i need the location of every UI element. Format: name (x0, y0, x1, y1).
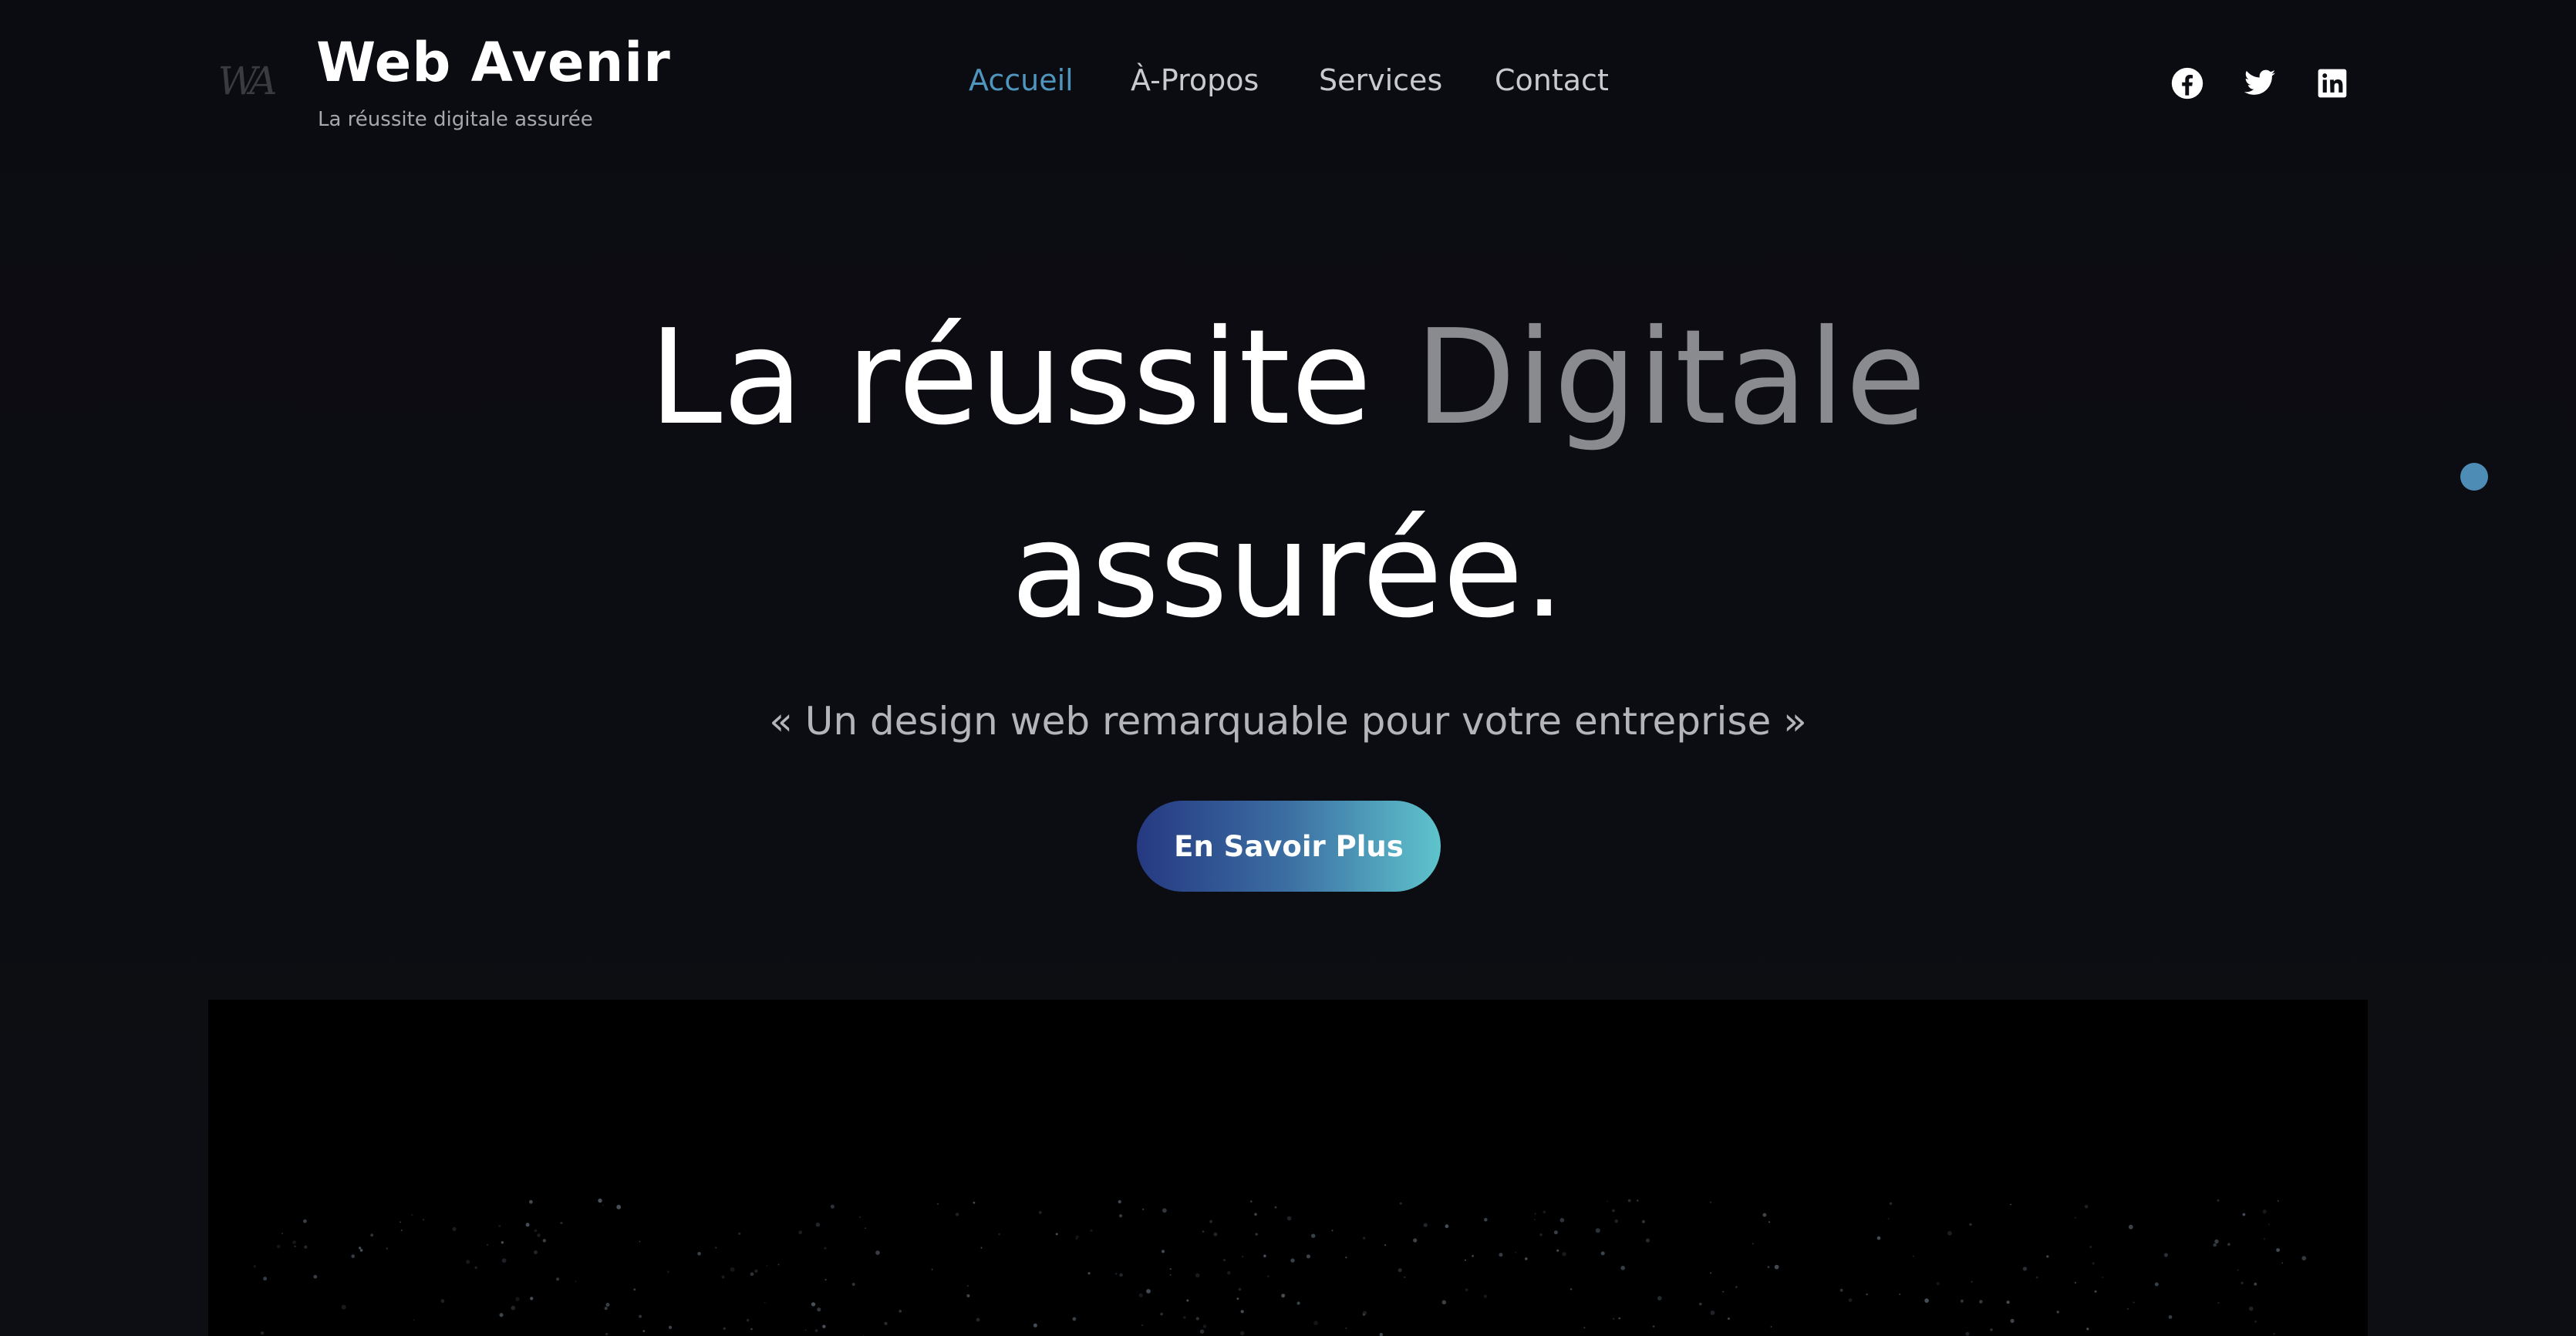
social-links (2170, 66, 2363, 102)
nav-item-services[interactable]: Services (1319, 63, 1442, 97)
hero-video-panel[interactable] (208, 1000, 2368, 1336)
scroll-indicator-dot[interactable] (2460, 463, 2488, 491)
linkedin-icon[interactable] (2315, 66, 2349, 100)
nav-item-contact[interactable]: Contact (1495, 63, 1609, 97)
hero-title-line2: assurée. (1010, 494, 1566, 647)
starfield-graphic (253, 1198, 2307, 1336)
facebook-icon[interactable] (2170, 66, 2204, 100)
nav-item-a-propos[interactable]: À-Propos (1131, 63, 1259, 97)
hero-title-part1: La réussite (649, 302, 1373, 454)
hero-title: La réussite Digitale (0, 301, 2576, 455)
brand-tagline: La réussite digitale assurée (318, 108, 593, 131)
logo-icon[interactable]: WA (210, 54, 279, 108)
cta-button[interactable]: En Savoir Plus (1137, 801, 1441, 892)
hero-subtitle: « Un design web remarquable pour votre e… (769, 699, 1807, 744)
brand-title[interactable]: Web Avenir (316, 31, 671, 94)
site-header: WA Web Avenir La réussite digitale assur… (0, 0, 2576, 170)
page: WA Web Avenir La réussite digitale assur… (0, 0, 2576, 1336)
nav-item-accueil[interactable]: Accueil (969, 63, 1074, 97)
hero-title-part2: Digitale (1414, 302, 1927, 454)
twitter-icon[interactable] (2243, 66, 2277, 100)
